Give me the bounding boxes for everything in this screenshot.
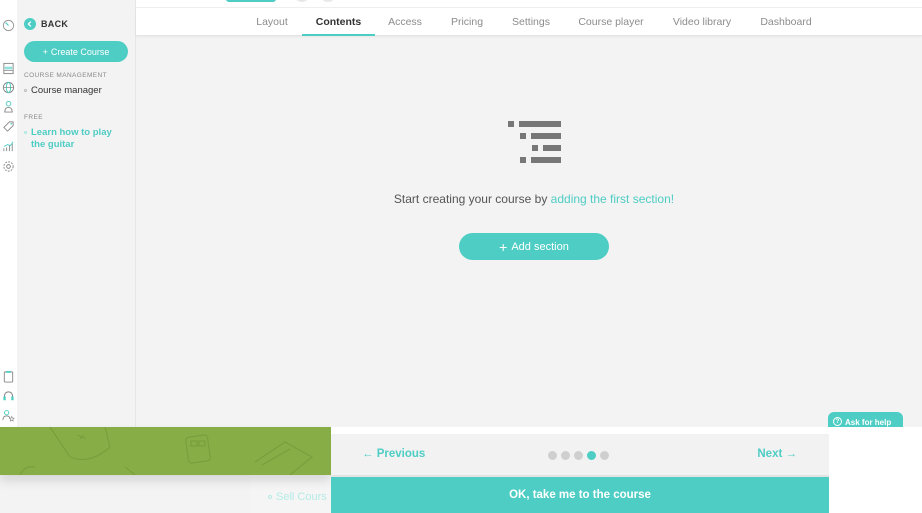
create-course-label: Create Course xyxy=(50,46,110,57)
question-icon: ? xyxy=(833,417,842,426)
step-indicator xyxy=(548,451,609,460)
headset-icon[interactable] xyxy=(1,389,15,403)
tab-access[interactable]: Access xyxy=(381,8,429,36)
sidebar-item-course-manager[interactable]: Course manager xyxy=(24,85,102,97)
tab-course-player[interactable]: Course player xyxy=(573,8,649,36)
step-dot-3[interactable] xyxy=(574,451,583,460)
back-label: BACK xyxy=(41,19,69,29)
sidebar-item-guitar-course[interactable]: Learn how to play the guitar xyxy=(24,127,128,151)
empty-state-text: Start creating your course by xyxy=(393,192,551,206)
tab-pricing[interactable]: Pricing xyxy=(442,8,492,36)
icon-rail xyxy=(0,0,17,430)
gear-icon[interactable] xyxy=(1,159,15,173)
tab-settings[interactable]: Settings xyxy=(506,8,556,36)
background-item-label: Sell Cours xyxy=(276,491,327,503)
onboarding-navigation: ← Previous Next → xyxy=(331,427,829,477)
onboarding-illustration xyxy=(0,427,331,475)
chevron-left-icon xyxy=(24,18,36,30)
bullet-icon xyxy=(24,131,27,134)
empty-state-message: Start creating your course by adding the… xyxy=(0,192,922,206)
step-dot-2[interactable] xyxy=(561,451,570,460)
section-title-free: FREE xyxy=(24,114,43,121)
sections-list-icon xyxy=(508,121,562,166)
create-course-button[interactable]: + Create Course xyxy=(24,41,128,62)
previous-button[interactable]: ← Previous xyxy=(362,448,425,460)
tab-bar: Layout Contents Access Pricing Settings … xyxy=(136,8,922,36)
clock-icon[interactable] xyxy=(1,18,15,32)
add-first-section-link[interactable]: adding the first section! xyxy=(551,192,674,206)
ok-take-me-to-course-button[interactable]: OK, take me to the course xyxy=(331,477,829,513)
calculator-icon[interactable] xyxy=(1,61,15,75)
background-list-item: Sell Cours xyxy=(268,491,327,503)
chart-icon[interactable] xyxy=(1,139,15,153)
add-section-button[interactable]: + Add section xyxy=(459,233,609,260)
step-dot-1[interactable] xyxy=(548,451,557,460)
step-dot-5[interactable] xyxy=(600,451,609,460)
ask-for-help-label: Ask for help xyxy=(845,418,892,427)
sidebar: BACK + Create Course COURSE MANAGEMENT C… xyxy=(17,0,136,430)
bullet-icon xyxy=(24,89,27,92)
tab-contents[interactable]: Contents xyxy=(302,8,375,36)
step-dot-4[interactable] xyxy=(587,451,596,460)
back-button[interactable]: BACK xyxy=(24,18,68,30)
header-circle-button[interactable] xyxy=(296,0,308,2)
plus-icon: + xyxy=(499,238,508,255)
bullet-icon xyxy=(268,495,272,499)
tab-video-library[interactable]: Video library xyxy=(666,8,738,36)
sidebar-item-label: Course manager xyxy=(31,85,102,96)
globe-icon[interactable] xyxy=(1,80,15,94)
plus-icon: + xyxy=(42,46,48,57)
tab-layout[interactable]: Layout xyxy=(245,8,299,36)
next-button[interactable]: Next → xyxy=(757,448,797,460)
clipboard-icon[interactable] xyxy=(1,369,15,383)
tab-dashboard[interactable]: Dashboard xyxy=(757,8,815,36)
tag-icon[interactable] xyxy=(1,119,15,133)
users-star-icon[interactable] xyxy=(1,408,15,422)
user-location-icon[interactable] xyxy=(1,99,15,113)
header-circle-button[interactable] xyxy=(322,0,334,2)
sidebar-item-label: Learn how to play the guitar xyxy=(31,127,112,150)
top-strip xyxy=(136,0,922,8)
app: BACK + Create Course COURSE MANAGEMENT C… xyxy=(0,0,922,513)
header-pill-button[interactable] xyxy=(226,0,276,2)
section-title-course-management: COURSE MANAGEMENT xyxy=(24,72,108,79)
modal-side-panel xyxy=(829,427,922,513)
add-section-label: Add section xyxy=(511,240,569,253)
